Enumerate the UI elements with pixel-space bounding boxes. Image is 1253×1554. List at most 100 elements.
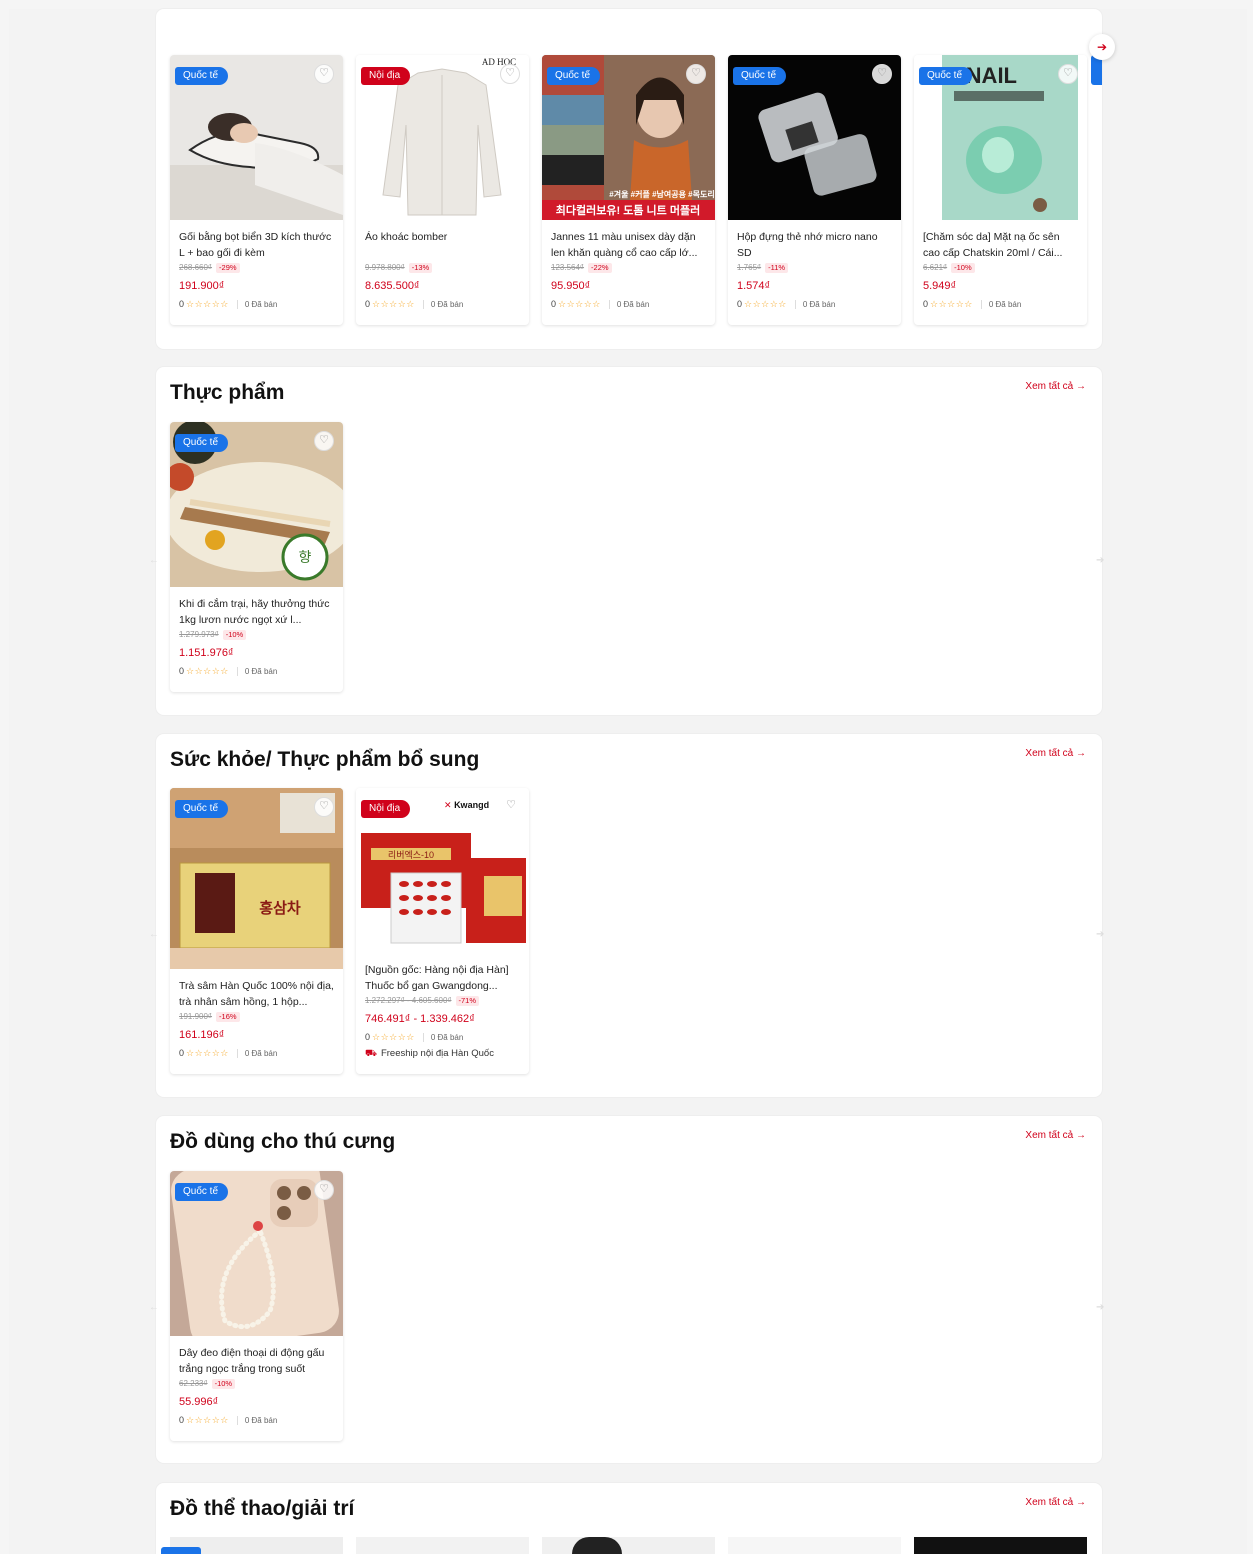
carousel-next-arrow-icon[interactable]: ➔ (1089, 34, 1115, 60)
old-price: 268.660₫ (179, 263, 213, 272)
product-price: 161.196₫ (179, 1029, 225, 1041)
rating-row: 0☆☆☆☆☆ 0 Đã bán (179, 297, 335, 311)
rating-count: 0 (179, 666, 185, 676)
rating-row: 0☆☆☆☆☆ 0 Đã bán (179, 1413, 335, 1427)
view-all-link[interactable]: Xem tất cả → (1025, 381, 1086, 392)
carousel-next-arrow-icon[interactable]: ➔ (1096, 555, 1104, 566)
sold-count: 0 Đã bán (980, 300, 1022, 309)
product-info: Khi đi cắm trại, hãy thưởng thức 1kg lươ… (179, 596, 335, 678)
origin-badge: Quốc tế (175, 800, 229, 818)
carousel-next-arrow-icon[interactable]: ➔ (1096, 929, 1104, 940)
product-card[interactable]: SNAIL Quốc tế ♡ [Chăm sóc da] Mặt nạ ốc … (914, 55, 1087, 325)
wishlist-heart-icon[interactable]: ♡ (502, 797, 520, 815)
stars-icon: ☆☆☆☆☆ (558, 299, 601, 309)
product-info: Trà sâm Hàn Quốc 100% nội địa, trà nhân … (179, 978, 335, 1060)
wishlist-heart-icon[interactable]: ♡ (314, 64, 334, 84)
product-card[interactable]: 홍삼차 Quốc tế ♡ Trà sâm Hàn Quốc 100% nội … (170, 788, 343, 1074)
old-price: 1.765₫ (737, 263, 762, 272)
rating-count: 0 (179, 299, 185, 309)
carousel-prev-arrow-icon[interactable]: ← (149, 1302, 159, 1313)
discount-badge: -71% (455, 996, 480, 1006)
view-all-link[interactable]: Xem tất cả → (1025, 1497, 1086, 1508)
banner-text: 최다컬러보유! 도톰 니트 머플러 (556, 203, 700, 217)
old-price-row: 191.900₫ -16% (179, 1012, 335, 1026)
wishlist-heart-icon[interactable]: ♡ (314, 797, 334, 817)
origin-badge: Quốc tế (175, 434, 229, 452)
old-price-row: 9.978.800₫ -13% (365, 263, 521, 277)
rating-row: 0☆☆☆☆☆ 0 Đã bán (365, 297, 521, 311)
brand-name: Kwangd (454, 800, 490, 810)
origin-badge: Quốc tế (175, 67, 229, 85)
rating-count: 0 (737, 299, 743, 309)
discount-badge: -22% (588, 263, 612, 273)
old-price: 191.900₫ (179, 1012, 213, 1021)
product-card[interactable]: AD HOC Nội địa ♡ Áo khoác bomber 9.978.8… (356, 55, 529, 325)
rating-count: 0 (551, 299, 557, 309)
product-card[interactable]: 리버엑스-10 ✕ Kwangd Nội địa ♡ [Nguồn gốc: H… (356, 788, 529, 1074)
stars-icon: ☆☆☆☆☆ (930, 299, 973, 309)
old-price-row: 1.765₫ -11% (737, 263, 893, 277)
wishlist-heart-icon[interactable]: ♡ (686, 64, 706, 84)
old-price: 1.272.297₫ - 4.605.600₫ (365, 996, 452, 1005)
product-card-peek (728, 1537, 901, 1554)
product-name[interactable]: Khi đi cắm trại, hãy thưởng thức 1kg lươ… (179, 596, 335, 628)
old-price-row: 123.564₫ -22% (551, 263, 707, 277)
wishlist-heart-icon[interactable]: ♡ (314, 1180, 334, 1200)
product-card[interactable]: Quốc tế ♡ Hộp đựng thẻ nhớ micro nano SD… (728, 55, 901, 325)
food-section: Thực phẩm Xem tất cả → ← ➔ 향 Quốc tế ♡ K… (149, 367, 1104, 715)
truck-icon: ⛟ (365, 1048, 377, 1059)
view-all-link[interactable]: Xem tất cả → (1025, 748, 1086, 759)
rating-row: 0☆☆☆☆☆ 0 Đã bán (551, 297, 707, 311)
product-name[interactable]: Hộp đựng thẻ nhớ micro nano SD (737, 229, 893, 261)
wishlist-heart-icon[interactable]: ♡ (872, 64, 892, 84)
stars-icon: ☆☆☆☆☆ (186, 1415, 229, 1425)
product-info: Áo khoác bomber 9.978.800₫ -13% 8.635.500… (365, 229, 521, 311)
pet-section: Đồ dùng cho thú cưng Xem tất cả → ← ➔ Qu… (149, 1116, 1104, 1463)
product-card[interactable]: Quốc tế ♡ Dây đeo điện thoại di động gấu… (170, 1171, 343, 1441)
discount-badge: -13% (408, 263, 433, 273)
product-name[interactable]: [Chăm sóc da] Mặt nạ ốc sên cao cấp Chat… (923, 229, 1079, 261)
product-price: 1.574₫ (737, 280, 771, 292)
product-name[interactable]: Trà sâm Hàn Quốc 100% nội địa, trà nhân … (179, 978, 335, 1010)
product-name[interactable]: Gối bằng bọt biển 3D kích thước L + bao … (179, 229, 335, 261)
sold-count: 0 Đã bán (236, 1049, 278, 1058)
product-label-text: 리버엑스-10 (388, 849, 434, 860)
rating-row: 0☆☆☆☆☆ 0 Đã bán (365, 1030, 521, 1044)
product-card[interactable]: Quốc tế ♡ Gối bằng bọt biển 3D kích thướ… (170, 55, 343, 325)
rating-row: 0☆☆☆☆☆ 0 Đã bán (179, 664, 335, 678)
stars-icon: ☆☆☆☆☆ (372, 1032, 415, 1042)
old-price-row: 1.279.973₫ -10% (179, 630, 335, 644)
rating-row: 0☆☆☆☆☆ 0 Đã bán (737, 297, 893, 311)
wishlist-heart-icon[interactable]: ♡ (500, 64, 520, 84)
product-name[interactable]: Áo khoác bomber (365, 229, 521, 261)
product-info: Dây đeo điện thoại di động gấu trắng ngọ… (179, 1345, 335, 1427)
product-name[interactable]: Jannes 11 màu unisex dày dặn len khăn qu… (551, 229, 707, 261)
old-price: 123.564₫ (551, 263, 585, 272)
product-image-peek (572, 1537, 622, 1554)
discount-badge: -10% (211, 1379, 236, 1389)
old-price-row: 268.660₫ -29% (179, 263, 335, 277)
wishlist-heart-icon[interactable]: ♡ (314, 431, 334, 451)
old-price: 6.621₫ (923, 263, 948, 272)
product-name[interactable]: [Nguồn gốc: Hàng nội địa Hàn] Thuốc bổ g… (365, 962, 521, 994)
product-card[interactable]: 최다컬러보유! 도톰 니트 머플러 #겨울 #커플 #남여공용 #목도리 Quố… (542, 55, 715, 325)
carousel-prev-arrow-icon[interactable]: ← (149, 929, 159, 940)
carousel-next-arrow-icon[interactable]: ➔ (1096, 1302, 1104, 1313)
origin-badge: Nội địa (361, 800, 411, 818)
rating-count: 0 (923, 299, 929, 309)
section-title: Đồ thể thao/giải trí (170, 1497, 355, 1520)
view-all-link[interactable]: Xem tất cả → (1025, 1130, 1086, 1141)
rating-row: 0☆☆☆☆☆ 0 Đã bán (923, 297, 1079, 311)
sold-count: 0 Đã bán (794, 300, 836, 309)
brand-logo: ✕ Kwangd (444, 800, 489, 811)
stars-icon: ☆☆☆☆☆ (186, 1048, 229, 1058)
old-price-row: 1.272.297₫ - 4.605.600₫ -71% (365, 996, 521, 1010)
sold-count: 0 Đã bán (422, 1033, 464, 1042)
product-name[interactable]: Dây đeo điện thoại di động gấu trắng ngọ… (179, 1345, 335, 1377)
product-card-peek (914, 1537, 1087, 1554)
wishlist-heart-icon[interactable]: ♡ (1058, 64, 1078, 84)
carousel-prev-arrow-icon[interactable]: ← (149, 555, 159, 566)
product-card-peek (356, 1537, 529, 1554)
product-card[interactable]: 향 Quốc tế ♡ Khi đi cắm trại, hãy thưởng … (170, 422, 343, 692)
origin-badge: Quốc tế (919, 67, 973, 85)
